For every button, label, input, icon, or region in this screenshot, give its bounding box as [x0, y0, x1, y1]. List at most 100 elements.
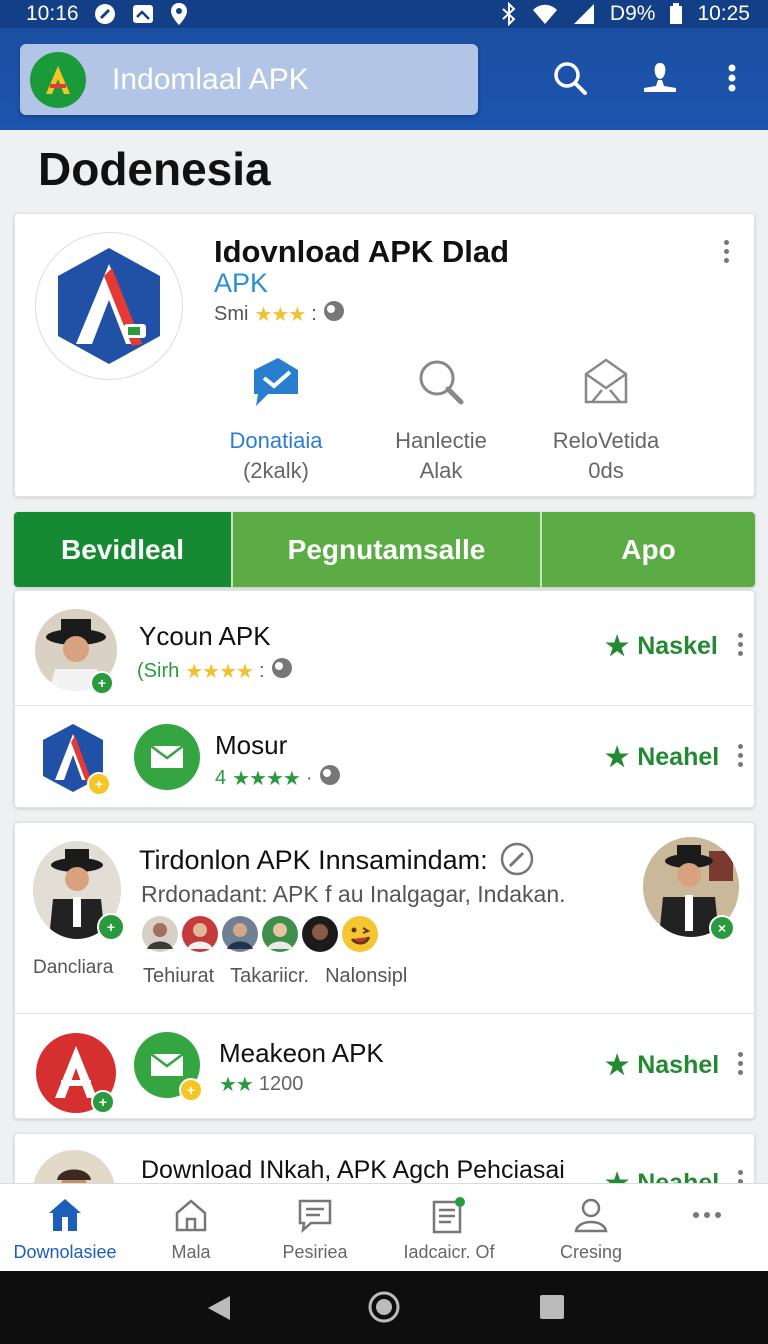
- install-button[interactable]: ★ Neahel: [605, 742, 719, 773]
- star-icon: ★: [605, 1050, 630, 1080]
- action-label-3: ReloVetida: [552, 428, 660, 453]
- account-icon[interactable]: [638, 56, 682, 100]
- edit-icon[interactable]: [499, 841, 535, 882]
- rating-separator: ·: [305, 766, 313, 789]
- avatar: [302, 916, 338, 952]
- tag[interactable]: Tehiurat: [143, 965, 214, 988]
- status-time-right: 10:25: [697, 2, 750, 25]
- app-rating: Smi ★★★ :: [214, 300, 345, 328]
- action-search[interactable]: Hanlectie Alak: [366, 354, 516, 486]
- status-bar: 10:16 D9% 10:25: [0, 0, 768, 28]
- tab-1[interactable]: Bevidleal: [14, 512, 231, 587]
- signal-icon: [572, 3, 596, 25]
- house-outline-icon: [126, 1196, 256, 1234]
- action-donate[interactable]: Donatiaia (2kalk): [201, 354, 351, 486]
- action-sublabel-2: Alak: [419, 458, 463, 483]
- wifi-icon: [532, 3, 558, 25]
- app-subtitle: APK: [214, 268, 269, 298]
- item-menu-icon[interactable]: [733, 744, 747, 767]
- list-item[interactable]: + Mosur 4 ★★★★ · ★ Neahel: [15, 706, 756, 809]
- status-time-left: 10:16: [26, 2, 79, 25]
- item-menu-icon[interactable]: [733, 1052, 747, 1075]
- action-mail[interactable]: ReloVetida 0ds: [531, 354, 681, 486]
- install-button[interactable]: ★ Nashel: [605, 1050, 719, 1081]
- nav-item-more[interactable]: [642, 1196, 768, 1242]
- home-button-icon[interactable]: [368, 1291, 400, 1328]
- nav-item-home[interactable]: Downolasiee: [0, 1196, 130, 1263]
- recents-icon[interactable]: [538, 1293, 566, 1326]
- more-icon: [642, 1196, 768, 1234]
- app-title: Idovnload APK Dlad: [214, 234, 510, 269]
- battery-icon: [669, 3, 683, 25]
- battery-percent: D9%: [609, 2, 656, 25]
- tab-2[interactable]: Pegnutamsalle: [231, 512, 540, 587]
- mail-icon: [531, 354, 681, 410]
- install-button[interactable]: ★ Naskel: [605, 631, 718, 662]
- nav-item-messages[interactable]: Pesiriea: [250, 1196, 380, 1263]
- home-icon: [0, 1196, 130, 1234]
- bluetooth-icon: [500, 2, 518, 26]
- nav-item-mala[interactable]: Mala: [126, 1196, 256, 1263]
- message-icon: [201, 354, 351, 410]
- list-item-title: Mosur: [215, 730, 288, 760]
- nav-item-profile[interactable]: Cresing: [526, 1196, 656, 1263]
- list-item-rating: (Sirh ★★★★ :: [137, 657, 293, 685]
- sync-icon: [93, 2, 117, 26]
- nav-item-documents[interactable]: Iadcaicr. Of: [384, 1196, 514, 1263]
- globe-icon: [319, 764, 341, 792]
- profile-icon: [526, 1196, 656, 1234]
- search-icon[interactable]: [548, 56, 592, 100]
- back-icon[interactable]: [204, 1293, 234, 1328]
- list-item[interactable]: + + Meakeon APK ★★ 1200 ★ Nashel: [15, 1014, 756, 1120]
- verified-badge-icon: +: [91, 1090, 115, 1114]
- rating-prefix: 4: [215, 766, 227, 789]
- featured-item[interactable]: + Dancliara Tirdonlon APK Innsamindam: R…: [15, 823, 756, 1013]
- download-count: 1200: [258, 1073, 304, 1095]
- action-sublabel-1: (2kalk): [242, 458, 309, 483]
- rating-prefix: (Sirh: [137, 659, 180, 682]
- bottom-navigation: Downolasiee Mala Pesiriea Iadcaicr. Of C…: [0, 1183, 768, 1271]
- rating-separator: :: [311, 302, 317, 325]
- featured-caption: Dancliara: [33, 957, 114, 978]
- search-bar[interactable]: Indomlaal APK: [20, 44, 478, 115]
- list-item-rating: ★★ 1200: [219, 1072, 303, 1097]
- install-label: Nashel: [637, 1051, 720, 1079]
- overflow-menu-icon[interactable]: [710, 56, 754, 100]
- rating-stars: ★★★★: [185, 660, 254, 683]
- location-icon: [169, 2, 189, 26]
- app-logo-icon: [30, 51, 86, 108]
- tab-3[interactable]: Apo: [540, 512, 755, 587]
- tag[interactable]: Takariicr.: [230, 965, 309, 988]
- rating-stars: ★★★: [254, 303, 306, 326]
- search-text: Indomlaal APK: [112, 62, 309, 96]
- nav-label: Cresing: [559, 1242, 623, 1262]
- item-menu-icon[interactable]: [733, 633, 747, 656]
- app-list-card: + Ycoun APK (Sirh ★★★★ : ★ Naskel + Mosu…: [14, 590, 756, 809]
- globe-icon: [271, 657, 293, 685]
- image-icon: [131, 2, 155, 26]
- star-icon: ★: [605, 631, 630, 661]
- emoji-icon: [342, 916, 378, 952]
- tab-bar: Bevidleal Pegnutamsalle Apo: [14, 512, 755, 587]
- featured-list-card: + Dancliara Tirdonlon APK Innsamindam: R…: [14, 822, 756, 1120]
- avatar: [262, 916, 298, 952]
- featured-app-card[interactable]: Idovnload APK Dlad APK Smi ★★★ : Donatia…: [14, 213, 755, 497]
- mail-app-icon: [134, 724, 200, 790]
- verified-badge-icon: ×: [709, 915, 735, 941]
- rating-prefix: Smi: [214, 302, 249, 325]
- nav-label: Mala: [171, 1242, 211, 1262]
- tag[interactable]: Nalonsipl: [325, 965, 407, 988]
- card-menu-icon[interactable]: [719, 240, 733, 263]
- rating-stars: ★★★★: [232, 767, 301, 790]
- avatar: [142, 916, 178, 952]
- list-item[interactable]: + Ycoun APK (Sirh ★★★★ : ★ Naskel: [15, 591, 756, 705]
- list-item-title: Ycoun APK: [139, 621, 271, 651]
- chat-icon: [250, 1196, 380, 1234]
- action-sublabel-3: 0ds: [588, 458, 624, 483]
- follower-avatars: [141, 915, 379, 953]
- rating-stars: ★★: [219, 1074, 254, 1096]
- install-label: Neahel: [637, 743, 720, 771]
- rating-separator: :: [258, 659, 265, 682]
- verified-badge-icon: +: [97, 913, 125, 941]
- search-icon: [366, 354, 516, 410]
